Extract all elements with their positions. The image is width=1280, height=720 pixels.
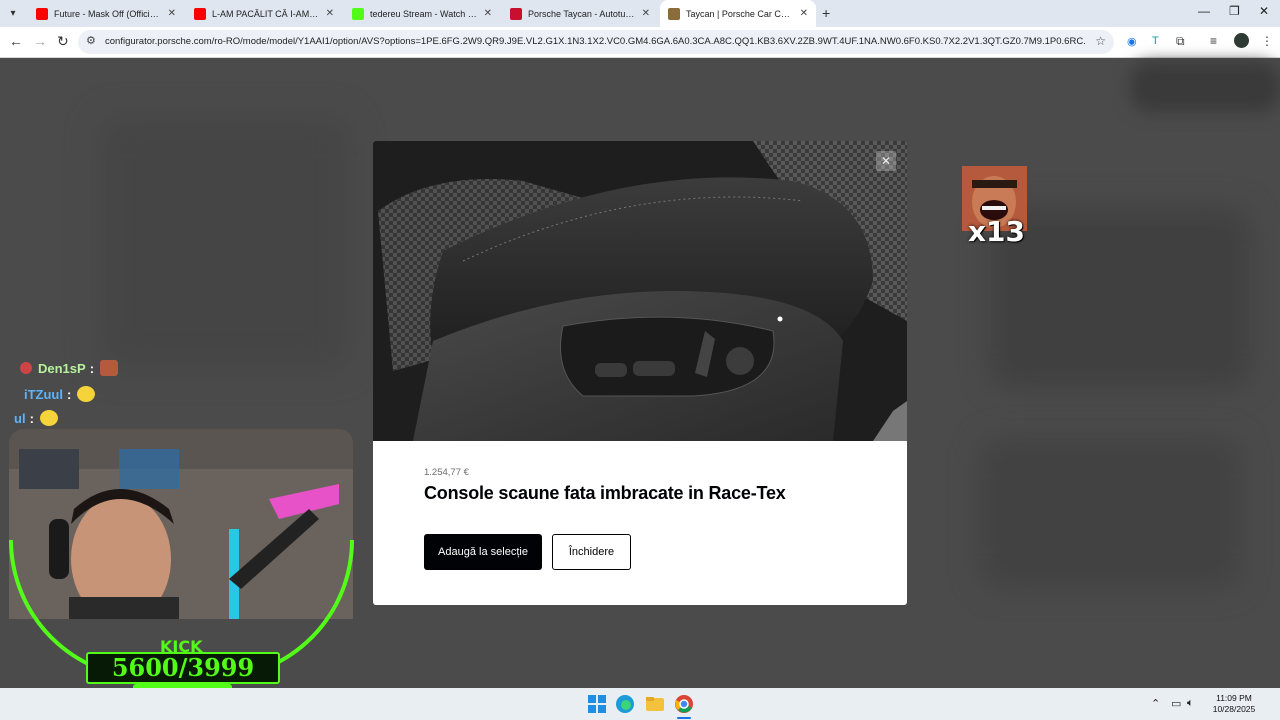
site-info-icon[interactable]: ⚙ <box>86 34 96 47</box>
blurred-panel <box>100 118 350 368</box>
forward-arrow-icon[interactable]: → <box>33 33 47 49</box>
system-clock[interactable]: 11:09 PM 10/28/2025 <box>1204 693 1264 715</box>
close-tab-icon[interactable]: ✕ <box>800 8 808 19</box>
file-explorer-icon[interactable] <box>645 694 665 714</box>
address-url[interactable]: configurator.porsche.com/ro-RO/mode/mode… <box>105 36 1085 47</box>
new-tab-button[interactable]: + <box>822 5 830 21</box>
emoji-emote-icon <box>39 410 58 426</box>
close-tab-icon[interactable]: ✕ <box>642 8 650 19</box>
option-title: Console scaune fata imbracate in Race-Te… <box>424 483 786 503</box>
clock-date: 10/28/2025 <box>1212 704 1256 714</box>
chat-message: ul : <box>14 410 58 426</box>
menu-kebab-icon[interactable]: ⋮ <box>1261 34 1273 48</box>
option-price: 1.254,77 € <box>424 467 469 478</box>
tab-title: Future - Mask Off (Official Mus <box>54 8 162 19</box>
windows-taskbar: ⌃ ▭ 🔈︎ 11:09 PM 10/28/2025 <box>0 688 1280 720</box>
tray-overflow-icon[interactable]: ⌃ <box>1151 697 1160 710</box>
kick-icon <box>352 7 364 20</box>
back-arrow-icon[interactable]: ← <box>9 33 23 49</box>
modal-close-button[interactable]: ✕ <box>876 151 896 171</box>
tab-search-button[interactable]: ▾ <box>4 4 22 22</box>
tab-youtube-video[interactable]: L-AM PACĂLIT CĂ I-AM LUAT P ✕ <box>186 0 342 27</box>
chrome-icon[interactable] <box>674 694 694 714</box>
porsche-site-icon <box>510 7 522 20</box>
windows-start-icon[interactable] <box>587 694 607 714</box>
option-detail-modal: ✕ 1.254,77 € Console scaune fata imbraca… <box>373 141 907 605</box>
extension-translate-icon[interactable]: T <box>1152 35 1159 47</box>
close-button[interactable]: Închidere <box>552 534 631 570</box>
tab-strip: ▾ Future - Mask Off (Official Mus ✕ L-AM… <box>0 0 1280 27</box>
profile-avatar[interactable] <box>1234 33 1249 48</box>
minimize-icon[interactable]: — <box>1198 4 1210 18</box>
chat-message: iTZuul : <box>24 386 96 402</box>
close-window-icon[interactable]: ✕ <box>1259 4 1269 18</box>
youtube-icon <box>194 7 206 20</box>
laughing-emote-icon <box>100 360 119 376</box>
emoji-emote-icon <box>77 386 96 402</box>
add-to-selection-button[interactable]: Adaugă la selecție <box>424 534 542 570</box>
extension-audio-icon[interactable]: ◉ <box>1127 35 1137 48</box>
restore-icon[interactable]: ❐ <box>1229 4 1240 18</box>
extensions-puzzle-icon[interactable]: ⧉ <box>1176 34 1185 49</box>
tab-porsche-configurator[interactable]: Taycan | Porsche Car Configurat ✕ <box>660 0 816 27</box>
seat-illustration <box>373 141 907 441</box>
chat-username: ul <box>14 410 26 426</box>
active-app-indicator <box>677 717 691 719</box>
chat-username: iTZuul <box>24 386 63 402</box>
bookmark-star-icon[interactable]: ☆ <box>1095 34 1106 48</box>
emote-multiplier: x13 <box>968 215 1026 248</box>
tab-title: L-AM PACĂLIT CĂ I-AM LUAT P <box>212 8 320 19</box>
porsche-crest-icon <box>668 7 680 20</box>
tab-youtube-future[interactable]: Future - Mask Off (Official Mus ✕ <box>28 0 184 27</box>
chat-message: Den1sP : <box>20 360 119 376</box>
tab-title: Porsche Taycan - Autoturisme - <box>528 8 636 19</box>
tab-title: Taycan | Porsche Car Configurat <box>686 8 794 19</box>
close-tab-icon[interactable]: ✕ <box>168 8 176 19</box>
edge-browser-icon[interactable] <box>615 694 635 714</box>
reload-icon[interactable]: ↻ <box>57 33 69 50</box>
tab-porsche-autoturisme[interactable]: Porsche Taycan - Autoturisme - ✕ <box>502 0 658 27</box>
goal-counter: 5600/3999 <box>86 652 280 684</box>
blurred-header <box>1130 62 1280 112</box>
tab-title: tedereu Stream - Watch Live on <box>370 8 478 19</box>
clock-time: 11:09 PM <box>1216 693 1252 703</box>
seat-console-image: ✕ <box>373 141 907 441</box>
address-bar[interactable]: ⚙ configurator.porsche.com/ro-RO/mode/mo… <box>78 30 1114 54</box>
tab-kick-stream[interactable]: tedereu Stream - Watch Live on ✕ <box>344 0 500 27</box>
browser-toolbar: ← → ↻ ⚙ configurator.porsche.com/ro-RO/m… <box>0 27 1280 58</box>
blurred-panel <box>990 208 1250 388</box>
volume-icon[interactable]: 🔈︎ <box>1187 697 1194 710</box>
blurred-panel <box>980 438 1240 588</box>
media-control-icon[interactable]: ≡ <box>1210 34 1217 48</box>
close-tab-icon[interactable]: ✕ <box>326 8 334 19</box>
user-badge-icon <box>20 362 32 374</box>
youtube-icon <box>36 7 48 20</box>
network-icon[interactable]: ▭ <box>1171 697 1181 710</box>
chat-username: Den1sP <box>38 360 86 376</box>
close-tab-icon[interactable]: ✕ <box>484 8 492 19</box>
